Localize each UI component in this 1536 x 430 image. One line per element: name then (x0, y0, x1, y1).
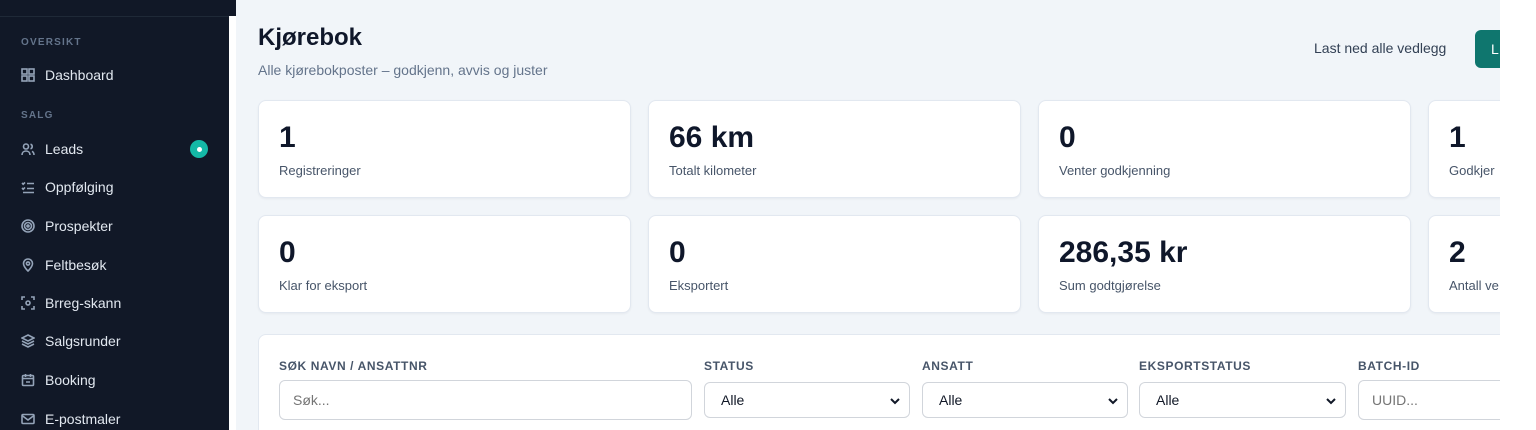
filter-panel: SØK NAVN / ANSATTNR STATUS Alle ANSATT A… (258, 334, 1500, 430)
status-select[interactable]: Alle (704, 382, 910, 418)
stat-card-venter-godkjenning: 0 Venter godkjenning (1038, 100, 1411, 198)
stat-value: 0 (279, 236, 296, 269)
sidebar-item-label: Brreg-skann (45, 295, 122, 311)
stat-label: Registreringer (279, 163, 361, 178)
employee-select[interactable]: Alle (922, 382, 1128, 418)
stat-card-klar-for-eksport: 0 Klar for eksport (258, 215, 631, 313)
page-subtitle: Alle kjørebokposter – godkjenn, avvis og… (258, 62, 548, 78)
stat-card-godkjent: 1 Godkjer (1428, 100, 1500, 198)
search-input[interactable] (279, 380, 692, 420)
stat-label: Eksportert (669, 278, 729, 293)
stat-value: 1 (279, 121, 296, 154)
chevron-down-icon (1107, 394, 1119, 406)
grid-icon (21, 68, 35, 82)
checklist-icon (21, 180, 35, 194)
sidebar-item-salgsrunder[interactable]: Salgsrunder (0, 324, 229, 358)
sidebar-item-brreg-skann[interactable]: Brreg-skann (0, 286, 229, 320)
stat-label: Godkjer (1449, 163, 1495, 178)
page-title: Kjørebok (258, 24, 363, 51)
stat-card-registreringer: 1 Registreringer (258, 100, 631, 198)
primary-action-button[interactable]: L (1475, 30, 1500, 68)
export-status-select-value: Alle (1156, 392, 1180, 408)
sidebar-item-label: Dashboard (45, 67, 114, 83)
stat-value: 286,35 kr (1059, 236, 1188, 269)
users-icon (21, 142, 35, 156)
stat-card-antall-vedlegg: 2 Antall ve (1428, 215, 1500, 313)
stat-value: 2 (1449, 236, 1466, 269)
export-status-select[interactable]: Alle (1139, 382, 1346, 418)
stat-card-totalt-kilometer: 66 km Totalt kilometer (648, 100, 1021, 198)
layers-icon (21, 334, 35, 348)
stat-label: Klar for eksport (279, 278, 368, 293)
search-label: SØK NAVN / ANSATTNR (279, 359, 428, 373)
stat-value: 0 (669, 236, 686, 269)
scan-icon (21, 296, 35, 310)
sidebar-item-label: Prospekter (45, 218, 113, 234)
sidebar-item-prospekter[interactable]: Prospekter (0, 209, 229, 243)
download-all-attachments-link[interactable]: Last ned alle vedlegg (1314, 40, 1446, 56)
employee-label: ANSATT (922, 359, 974, 373)
sidebar-gutter (229, 0, 236, 430)
stat-value: 0 (1059, 121, 1076, 154)
map-pin-icon (21, 258, 35, 272)
batch-id-label: BATCH-ID (1358, 359, 1420, 373)
sidebar-divider (0, 16, 229, 17)
mail-icon (21, 412, 35, 426)
sidebar-item-label: Leads (45, 141, 84, 157)
status-select-value: Alle (721, 392, 745, 408)
chevron-down-icon (1325, 394, 1337, 406)
status-label: STATUS (704, 359, 754, 373)
stat-label: Sum godtgjørelse (1059, 278, 1161, 293)
batch-id-input[interactable] (1358, 380, 1500, 420)
sidebar-item-leads[interactable]: Leads (0, 132, 229, 166)
section-label-salg: SALG (21, 110, 54, 121)
section-label-oversikt: OVERSIKT (21, 37, 82, 48)
sidebar: OVERSIKT Dashboard SALG Leads Oppfølging… (0, 0, 229, 430)
sidebar-item-e-postmaler[interactable]: E-postmaler (0, 402, 229, 430)
export-status-label: EKSPORTSTATUS (1139, 359, 1252, 373)
stat-label: Totalt kilometer (669, 163, 757, 178)
stat-label: Venter godkjenning (1059, 163, 1171, 178)
sidebar-item-feltbesok[interactable]: Feltbesøk (0, 248, 229, 282)
window-edge (1500, 0, 1536, 430)
sidebar-item-dashboard[interactable]: Dashboard (0, 58, 229, 92)
sidebar-item-oppfolging[interactable]: Oppfølging (0, 170, 229, 204)
chevron-down-icon (889, 394, 901, 406)
stat-card-eksportert: 0 Eksportert (648, 215, 1021, 313)
main-content: Kjørebok Alle kjørebokposter – godkjenn,… (236, 0, 1500, 430)
sidebar-item-booking[interactable]: Booking (0, 363, 229, 397)
sidebar-item-label: Oppfølging (45, 179, 114, 195)
sidebar-item-label: Salgsrunder (45, 333, 121, 349)
stat-card-sum-godtgjorelse: 286,35 kr Sum godtgjørelse (1038, 215, 1411, 313)
sidebar-item-label: E-postmaler (45, 411, 121, 427)
calendar-icon (21, 373, 35, 387)
stat-label: Antall ve (1449, 278, 1499, 293)
target-icon (21, 219, 35, 233)
leads-notification-badge (190, 140, 208, 158)
sidebar-item-label: Booking (45, 372, 96, 388)
stat-value: 66 km (669, 121, 755, 154)
employee-select-value: Alle (939, 392, 963, 408)
sidebar-item-label: Feltbesøk (45, 257, 107, 273)
stat-value: 1 (1449, 121, 1466, 154)
